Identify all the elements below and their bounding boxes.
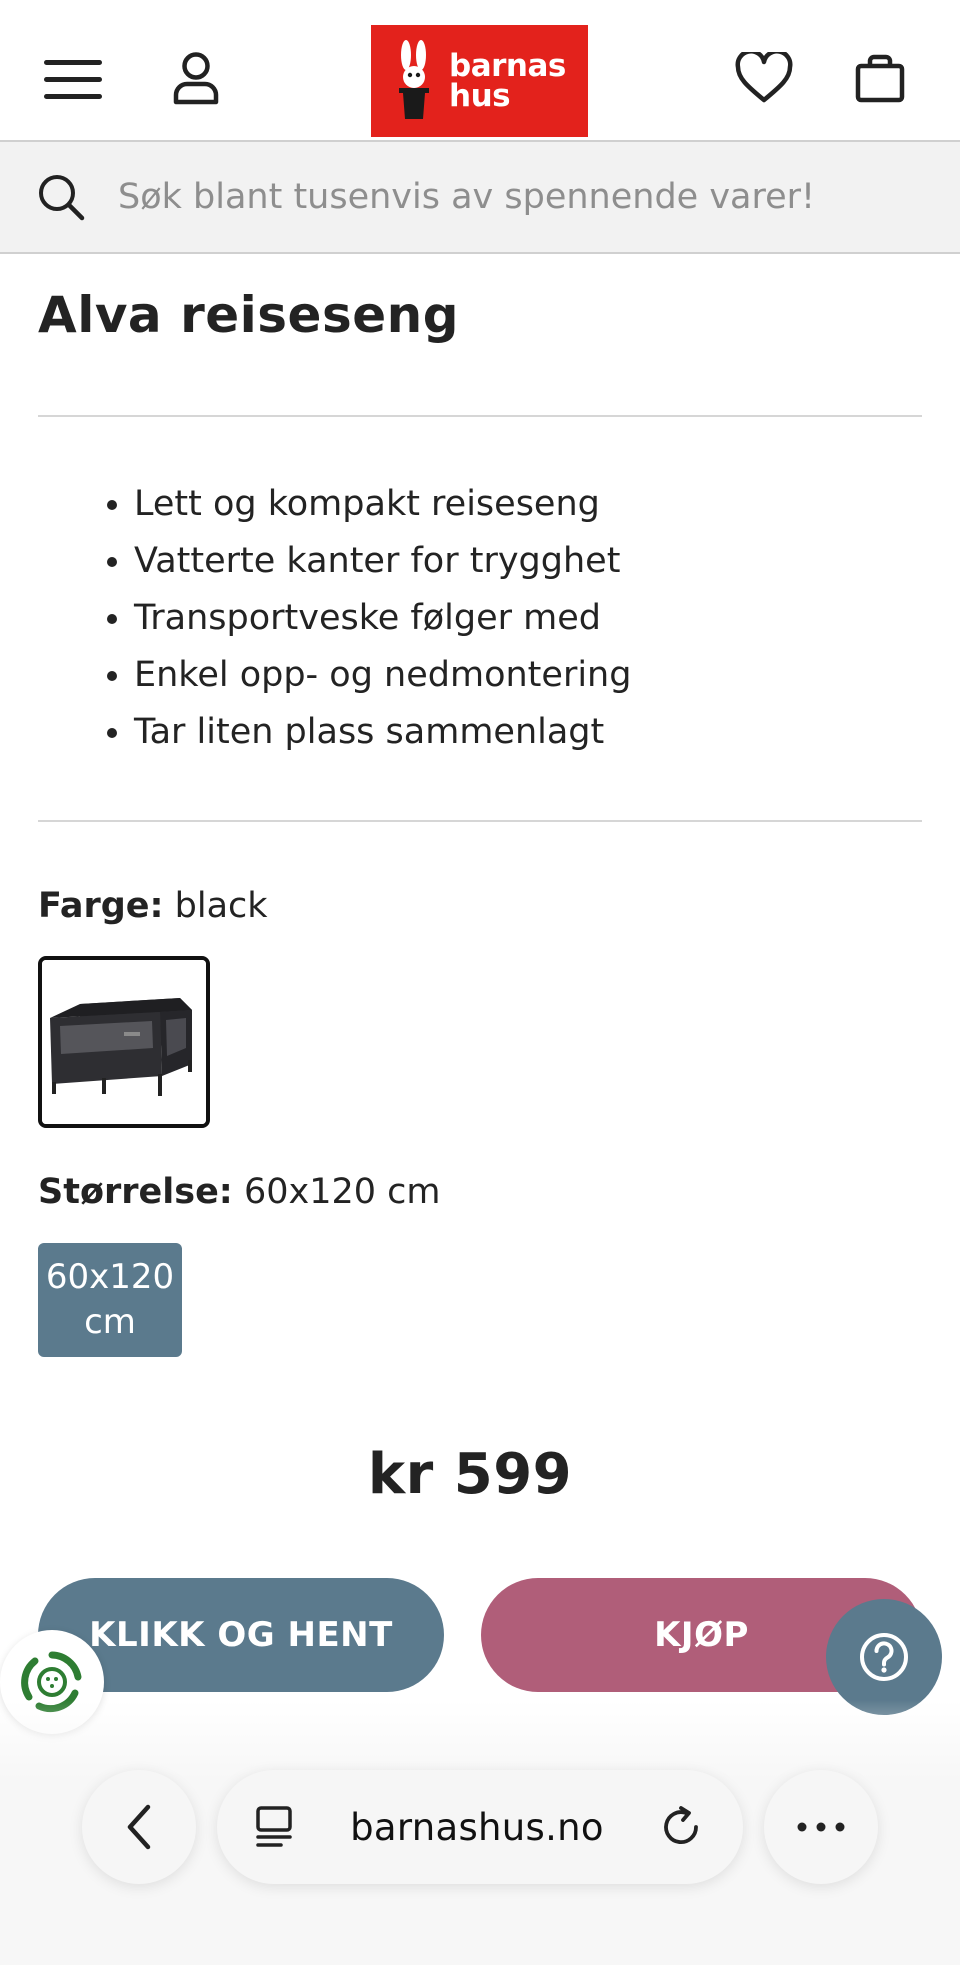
list-item: Transportveske følger med bbox=[134, 590, 631, 647]
logo-text: barnas hus bbox=[449, 48, 566, 114]
color-label: Farge: bbox=[38, 886, 164, 926]
rabbit-logo-icon bbox=[399, 40, 429, 119]
color-selection-label: Farge: black bbox=[38, 886, 268, 926]
color-swatch-black[interactable] bbox=[38, 956, 210, 1128]
size-value: 60x120 cm bbox=[243, 1172, 441, 1212]
search-bar[interactable] bbox=[0, 140, 960, 254]
user-icon[interactable] bbox=[165, 48, 227, 108]
list-item: Enkel opp- og nedmontering bbox=[134, 647, 631, 704]
search-input[interactable] bbox=[116, 176, 896, 218]
shopping-bag-icon[interactable] bbox=[850, 48, 910, 108]
browser-more-button[interactable] bbox=[764, 1770, 878, 1884]
tabs-icon[interactable] bbox=[253, 1804, 295, 1850]
size-selection-label: Størrelse: 60x120 cm bbox=[38, 1172, 440, 1212]
more-dots-icon bbox=[797, 1822, 845, 1832]
product-price: kr 599 bbox=[367, 1442, 573, 1507]
product-title: Alva reiseseng bbox=[38, 286, 460, 344]
travel-cot-image bbox=[42, 960, 206, 1124]
reload-icon[interactable] bbox=[659, 1805, 703, 1849]
divider bbox=[38, 820, 922, 822]
divider bbox=[38, 415, 922, 417]
hamburger-menu-icon[interactable] bbox=[38, 50, 108, 110]
feature-list: Lett og kompakt reiseseng Vatterte kante… bbox=[88, 476, 631, 761]
list-item: Vatterte kanter for trygghet bbox=[134, 533, 631, 590]
browser-address-bar[interactable]: barnashus.no bbox=[217, 1770, 743, 1884]
site-logo[interactable]: barnas hus bbox=[371, 25, 588, 137]
url-text: barnashus.no bbox=[350, 1805, 604, 1849]
search-icon[interactable] bbox=[36, 172, 86, 222]
question-mark-icon bbox=[860, 1633, 908, 1681]
list-item: Tar liten plass sammenlagt bbox=[134, 704, 631, 761]
help-button[interactable] bbox=[826, 1599, 942, 1715]
size-option-60x120[interactable]: 60x120 cm bbox=[38, 1243, 182, 1357]
browser-back-button[interactable] bbox=[82, 1770, 196, 1884]
size-label: Størrelse: bbox=[38, 1172, 233, 1212]
site-header: barnas hus bbox=[0, 0, 960, 138]
heart-icon[interactable] bbox=[733, 48, 795, 108]
list-item: Lett og kompakt reiseseng bbox=[134, 476, 631, 533]
chevron-left-icon bbox=[127, 1804, 151, 1850]
color-value: black bbox=[174, 886, 268, 926]
